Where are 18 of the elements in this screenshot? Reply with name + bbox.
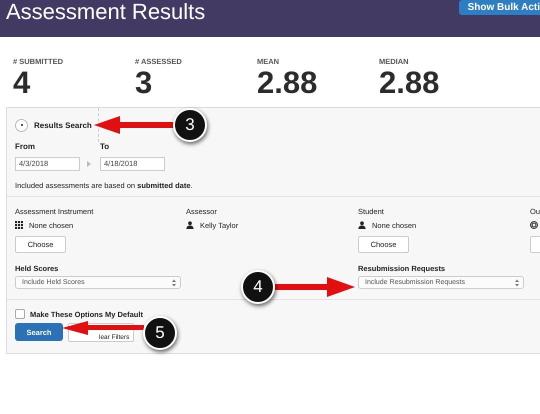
person-icon	[186, 221, 194, 229]
grid-icon	[15, 221, 23, 229]
person-icon	[358, 221, 366, 229]
bulk-actions-button[interactable]: Show Bulk Acti	[458, 0, 540, 15]
stat-value: 2.88	[257, 67, 318, 99]
stat-value: 4	[13, 67, 32, 99]
page-title: Assessment Results	[6, 0, 206, 24]
field-label: To	[100, 142, 110, 151]
stat-value: 2.88	[379, 67, 440, 99]
section-title: Results Search	[34, 120, 92, 130]
triangle-icon	[87, 161, 91, 167]
updown-arrow-icon	[172, 278, 176, 286]
stat-value: 3	[135, 67, 154, 99]
field-label: From	[15, 142, 36, 151]
updown-arrow-icon	[515, 278, 519, 286]
target-icon	[530, 221, 538, 229]
checkbox[interactable]	[15, 309, 25, 319]
toggle-icon[interactable]	[15, 118, 28, 132]
